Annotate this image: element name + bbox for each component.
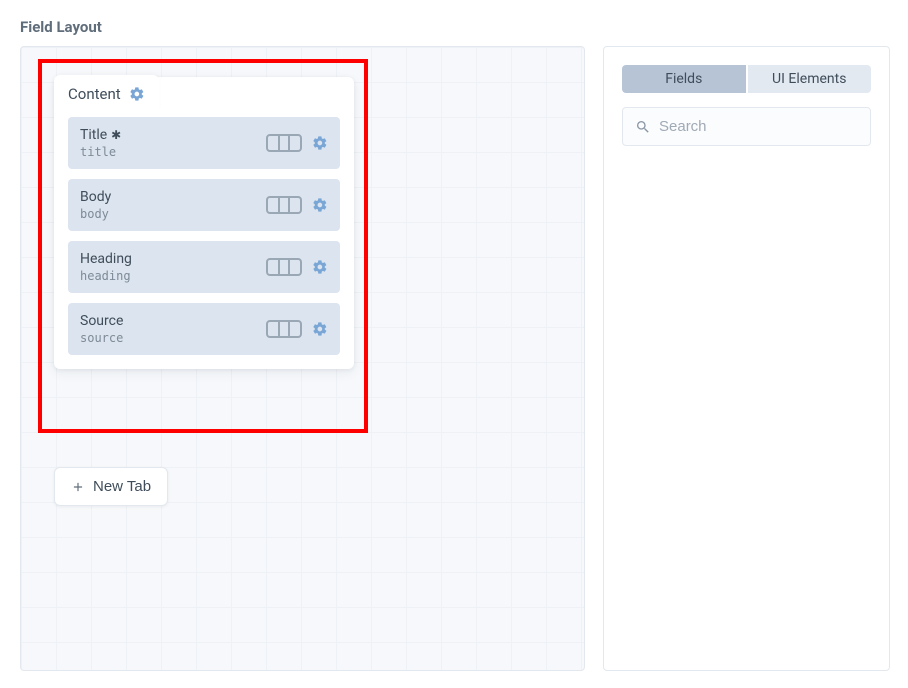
field-item-title[interactable]: Title ✱ title xyxy=(68,117,340,169)
gear-icon[interactable] xyxy=(312,197,328,213)
required-icon: ✱ xyxy=(111,128,121,142)
search-box[interactable] xyxy=(622,107,871,146)
width-selector[interactable] xyxy=(266,258,302,276)
new-tab-label: New Tab xyxy=(93,478,151,495)
tab-card-content[interactable]: Content Title ✱ title xyxy=(54,77,354,369)
gear-icon[interactable] xyxy=(312,321,328,337)
field-item-source[interactable]: Source source xyxy=(68,303,340,355)
tab-title-text: Content xyxy=(68,85,121,103)
field-label: Heading xyxy=(80,251,256,267)
section-title: Field Layout xyxy=(20,18,888,36)
new-tab-button[interactable]: New Tab xyxy=(54,467,168,506)
search-icon xyxy=(635,119,651,135)
field-handle: title xyxy=(80,145,256,159)
tab-title[interactable]: Content xyxy=(54,75,159,111)
field-label: Title ✱ xyxy=(80,127,256,143)
field-handle: source xyxy=(80,331,256,345)
field-label: Source xyxy=(80,313,256,329)
gear-icon[interactable] xyxy=(312,135,328,151)
tab-fields[interactable]: Fields xyxy=(622,65,746,93)
gear-icon[interactable] xyxy=(129,86,145,102)
sidebar-toggle: Fields UI Elements xyxy=(622,65,871,93)
field-handle: body xyxy=(80,207,256,221)
search-input[interactable] xyxy=(659,118,858,135)
width-selector[interactable] xyxy=(266,196,302,214)
width-selector[interactable] xyxy=(266,134,302,152)
gear-icon[interactable] xyxy=(312,259,328,275)
width-selector[interactable] xyxy=(266,320,302,338)
field-handle: heading xyxy=(80,269,256,283)
field-label-text: Heading xyxy=(80,251,132,267)
sidebar: Fields UI Elements xyxy=(603,46,890,671)
plus-icon xyxy=(71,480,85,494)
field-label-text: Body xyxy=(80,189,111,205)
field-label: Body xyxy=(80,189,256,205)
field-label-text: Title xyxy=(80,127,107,143)
field-label-text: Source xyxy=(80,313,123,329)
field-item-body[interactable]: Body body xyxy=(68,179,340,231)
field-list: Title ✱ title Body body xyxy=(54,117,354,369)
tab-ui-elements[interactable]: UI Elements xyxy=(748,65,872,93)
layout-canvas[interactable]: Content Title ✱ title xyxy=(20,46,585,671)
tab-header: Content xyxy=(54,77,354,117)
field-item-heading[interactable]: Heading heading xyxy=(68,241,340,293)
